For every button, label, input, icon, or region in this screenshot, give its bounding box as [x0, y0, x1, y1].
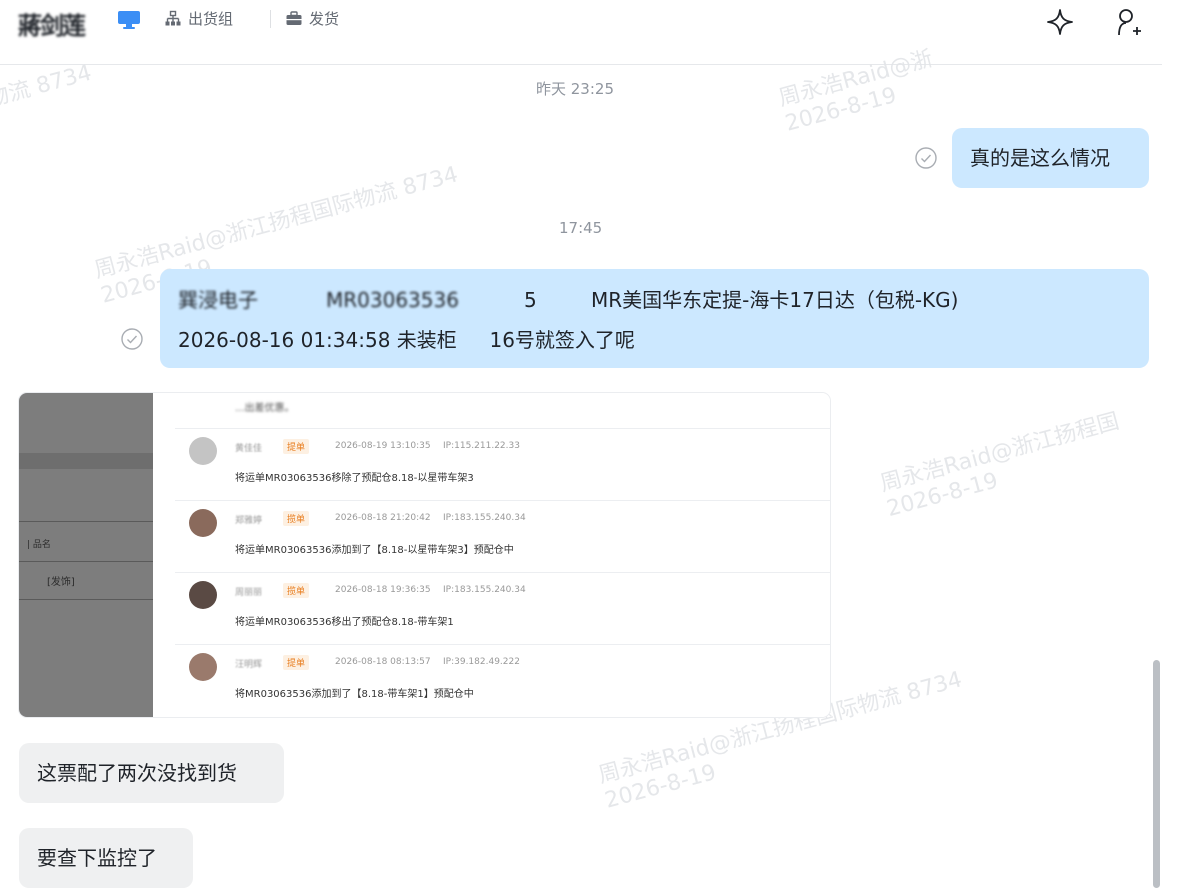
message-bubble[interactable]: 要查下监控了: [19, 828, 193, 888]
message-line: 巽浸电子 MR03063536 5 MR美国华东定提-海卡17日达（包税-KG): [178, 280, 1149, 320]
message-bubble[interactable]: 这票配了两次没找到货: [19, 743, 284, 803]
watermark: 物流 8734: [0, 60, 95, 113]
route: MR美国华东定提-海卡17日达（包税-KG): [591, 288, 959, 312]
avatar: [189, 581, 217, 609]
add-member-button[interactable]: [1110, 4, 1146, 40]
log-ip: IP:39.182.49.222: [443, 657, 520, 667]
log-time: 2026-08-18 21:20:42: [335, 513, 431, 523]
log-ip: IP:115.211.22.33: [443, 441, 520, 451]
divider: [19, 561, 153, 562]
message-text: 真的是这么情况: [970, 146, 1110, 170]
chat-name[interactable]: 蔣剑莲: [18, 6, 86, 41]
avatar: [189, 437, 217, 465]
log-time: 2026-08-18 19:36:35: [335, 585, 431, 595]
log-tag: 揽单: [283, 583, 310, 598]
sparkle-icon: [1047, 9, 1073, 35]
log-entry: 郑雅婷 揽单 2026-08-18 21:20:42 IP:183.155.24…: [175, 500, 830, 573]
tag-department[interactable]: 出货组: [164, 8, 233, 29]
watermark: 周永浩Raid@浙江扬程国 2026-8-19: [877, 409, 1122, 523]
read-receipt-icon: [121, 328, 143, 350]
image-message[interactable]: | 品名 [发饰] ...出差优惠。 黄佳佳 提单 2026-08-19 13:…: [19, 393, 830, 717]
scrollbar[interactable]: [1153, 660, 1160, 888]
divider: [19, 599, 153, 600]
add-member-icon: [1118, 9, 1141, 36]
log-user: 黄佳佳: [235, 444, 263, 454]
log-text: 将MR03063536添加到了【8.18-带车架1】预配仓中: [235, 689, 474, 700]
screenshot-left-pane: | 品名 [发饰]: [19, 393, 153, 717]
tag-divider: [270, 10, 271, 28]
log-time: 2026-08-19 13:10:35: [335, 441, 431, 451]
log-text: 将运单MR03063536移出了预配仓8.18-带车架1: [235, 617, 454, 628]
log-user: 周丽丽: [235, 588, 263, 598]
log-tag: 提单: [283, 439, 310, 454]
log-tag: 揽单: [283, 511, 310, 526]
chat-header: 蔣剑莲 出货组 发货: [0, 0, 1162, 65]
org-chart-icon: [165, 10, 181, 25]
company-name: 巽浸电子: [178, 288, 258, 312]
message-text: 这票配了两次没找到货: [37, 761, 237, 785]
log-entry: 周丽丽 揽单 2026-08-18 19:36:35 IP:183.155.24…: [175, 572, 830, 645]
log-user: 郑雅婷: [235, 516, 263, 526]
read-receipt-icon: [915, 147, 937, 169]
avatar: [189, 653, 217, 681]
divider: [19, 521, 153, 522]
log-ip: IP:183.155.240.34: [443, 513, 526, 523]
tag-department-label: 出货组: [188, 10, 234, 28]
desktop-icon: [118, 11, 140, 29]
time-separator: 昨天 23:25: [536, 80, 614, 98]
tag-role-label: 发货: [309, 10, 340, 28]
log-tag: 提单: [283, 655, 310, 670]
log-text: 将运单MR03063536添加到了【8.18-以星带车架3】预配仓中: [235, 545, 514, 556]
time-separator: 17:45: [559, 219, 603, 237]
briefcase-icon: [286, 10, 302, 25]
message-bubble[interactable]: 巽浸电子 MR03063536 5 MR美国华东定提-海卡17日达（包税-KG) 20…: [160, 269, 1149, 368]
order-number: MR03063536: [326, 288, 459, 312]
operation-log-panel: ...出差优惠。 黄佳佳 提单 2026-08-19 13:10:35 IP:1…: [153, 393, 830, 717]
log-top-text: ...出差优惠。: [235, 403, 295, 414]
quantity: 5: [524, 288, 537, 312]
ai-assistant-button[interactable]: [1042, 4, 1078, 40]
divider: [19, 453, 153, 469]
log-user: 汪明辉: [235, 660, 263, 670]
log-entry: 汪明辉 提单 2026-08-18 08:13:57 IP:39.182.49.…: [175, 644, 830, 717]
message-bubble[interactable]: 真的是这么情况: [952, 128, 1149, 188]
message-line: 2026-08-16 01:34:58 未装柜 16号就签入了呢: [178, 328, 635, 352]
tag-role[interactable]: 发货: [285, 8, 339, 29]
log-time: 2026-08-18 08:13:57: [335, 657, 431, 667]
log-ip: IP:183.155.240.34: [443, 585, 526, 595]
column-header: | 品名: [27, 540, 51, 550]
log-entry: 黄佳佳 提单 2026-08-19 13:10:35 IP:115.211.22…: [175, 428, 830, 501]
log-text: 将运单MR03063536移除了预配仓8.18-以星带车架3: [235, 473, 474, 484]
column-value: [发饰]: [47, 577, 75, 588]
message-text: 要查下监控了: [37, 846, 157, 870]
avatar: [189, 509, 217, 537]
